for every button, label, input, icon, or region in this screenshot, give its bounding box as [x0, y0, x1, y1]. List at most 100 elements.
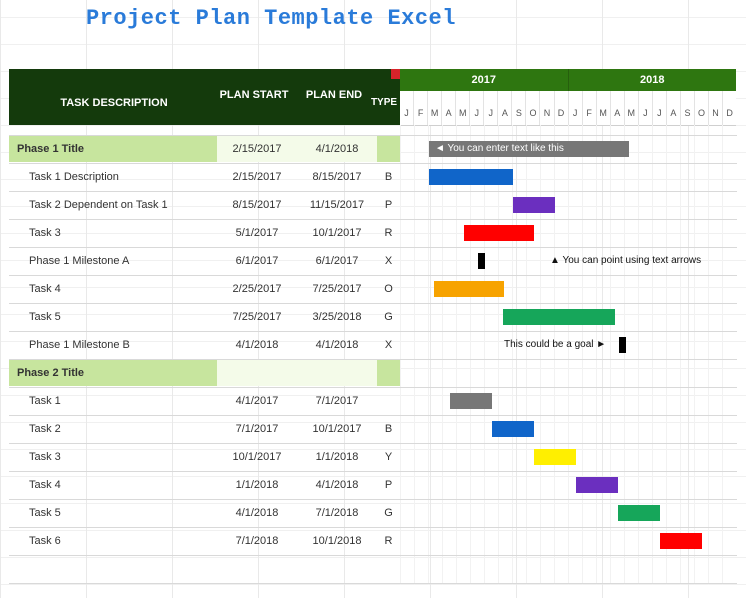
cell-type[interactable]: R — [377, 528, 400, 554]
cell-plan-end[interactable]: 3/25/2018 — [297, 304, 377, 330]
cell-task[interactable]: Task 2 Dependent on Task 1 — [9, 192, 217, 218]
cell-plan-start[interactable]: 4/1/2018 — [217, 500, 297, 526]
milestone-marker[interactable] — [478, 253, 485, 269]
cell-plan-start[interactable]: 7/25/2017 — [217, 304, 297, 330]
cell-task[interactable]: Task 3 — [9, 444, 217, 470]
cell-task[interactable]: Task 3 — [9, 220, 217, 246]
cell-plan-start[interactable]: 1/1/2018 — [217, 472, 297, 498]
cell-plan-start[interactable]: 10/1/2017 — [217, 444, 297, 470]
cell-task[interactable]: Phase 1 Milestone B — [9, 332, 217, 358]
cell-plan-end[interactable]: 8/15/2017 — [297, 164, 377, 190]
task-row[interactable]: Task 2 Dependent on Task 18/15/201711/15… — [9, 192, 737, 220]
task-row[interactable]: Task 14/1/20177/1/2017 — [9, 388, 737, 416]
cell-task[interactable]: Task 4 — [9, 276, 217, 302]
cell-task[interactable]: Task 2 — [9, 416, 217, 442]
cell-type[interactable]: B — [377, 164, 400, 190]
cell-plan-end[interactable]: 10/1/2017 — [297, 416, 377, 442]
header-months: JFMAMJJASONDJFMAMJJASOND — [400, 91, 736, 126]
cell-type[interactable]: B — [377, 416, 400, 442]
phase-row[interactable]: Phase 1 Title2/15/20174/1/2018◄ You can … — [9, 136, 737, 164]
cell-type[interactable]: R — [377, 220, 400, 246]
cell-plan-start[interactable]: 7/1/2018 — [217, 528, 297, 554]
cell-type[interactable]: G — [377, 304, 400, 330]
cell-task[interactable]: Task 5 — [9, 500, 217, 526]
task-row[interactable]: Phase 1 Milestone B4/1/20184/1/2018XThis… — [9, 332, 737, 360]
month-header: O — [694, 91, 708, 125]
milestone-marker[interactable] — [619, 337, 626, 353]
gantt-bar[interactable] — [492, 421, 534, 437]
cell-plan-end[interactable]: 10/1/2017 — [297, 220, 377, 246]
gantt-bar[interactable] — [660, 533, 702, 549]
cell-plan-end[interactable]: 4/1/2018 — [297, 332, 377, 358]
cell-plan-end[interactable]: 4/1/2018 — [297, 136, 377, 162]
cell-task[interactable]: Task 1 — [9, 388, 217, 414]
cell-type[interactable] — [377, 360, 400, 386]
cell-plan-end[interactable]: 11/15/2017 — [297, 192, 377, 218]
cell-plan-end[interactable]: 7/1/2017 — [297, 388, 377, 414]
cell-plan-start[interactable]: 8/15/2017 — [217, 192, 297, 218]
cell-type[interactable]: P — [377, 472, 400, 498]
cell-task[interactable]: Task 6 — [9, 528, 217, 554]
gantt-bar[interactable] — [576, 477, 618, 493]
cell-task[interactable]: Task 5 — [9, 304, 217, 330]
cell-type[interactable]: X — [377, 332, 400, 358]
gantt-bar[interactable] — [464, 225, 534, 241]
month-header: F — [582, 91, 596, 125]
col-header-end: PLAN END — [299, 89, 369, 101]
task-row[interactable]: Phase 1 Milestone A6/1/20176/1/2017X▲ Yo… — [9, 248, 737, 276]
cell-plan-end[interactable]: 7/1/2018 — [297, 500, 377, 526]
cell-plan-end[interactable] — [297, 360, 377, 386]
cell-plan-start[interactable]: 2/25/2017 — [217, 276, 297, 302]
cell-plan-start[interactable] — [217, 360, 297, 386]
task-row[interactable]: Task 310/1/20171/1/2018Y — [9, 444, 737, 472]
blank-row[interactable] — [9, 556, 737, 584]
cell-plan-start[interactable]: 4/1/2018 — [217, 332, 297, 358]
blank-row[interactable] — [9, 584, 737, 598]
gantt-cell — [400, 472, 736, 498]
task-row[interactable]: Task 54/1/20187/1/2018G — [9, 500, 737, 528]
month-header: M — [596, 91, 610, 125]
cell-plan-start[interactable]: 6/1/2017 — [217, 248, 297, 274]
cell-plan-start[interactable]: 5/1/2017 — [217, 220, 297, 246]
col-header-start: PLAN START — [219, 89, 289, 101]
cell-task[interactable]: Phase 1 Milestone A — [9, 248, 217, 274]
gantt-bar[interactable] — [434, 281, 504, 297]
cell-type[interactable]: X — [377, 248, 400, 274]
phase-row[interactable]: Phase 2 Title — [9, 360, 737, 388]
task-row[interactable]: Task 35/1/201710/1/2017R — [9, 220, 737, 248]
task-row[interactable]: Task 67/1/201810/1/2018R — [9, 528, 737, 556]
cell-plan-end[interactable]: 1/1/2018 — [297, 444, 377, 470]
gantt-bar[interactable] — [534, 449, 576, 465]
cell-plan-start[interactable]: 4/1/2017 — [217, 388, 297, 414]
cell-plan-start[interactable]: 2/15/2017 — [217, 136, 297, 162]
gantt-bar[interactable] — [450, 393, 492, 409]
cell-type[interactable] — [377, 136, 400, 162]
cell-plan-end[interactable]: 4/1/2018 — [297, 472, 377, 498]
gantt-bar[interactable] — [513, 197, 555, 213]
cell-plan-end[interactable]: 7/25/2017 — [297, 276, 377, 302]
gantt-bar[interactable] — [429, 169, 513, 185]
task-row[interactable]: Task 27/1/201710/1/2017B — [9, 416, 737, 444]
cell-task[interactable]: Task 4 — [9, 472, 217, 498]
spreadsheet-view: Project Plan Template Excel TASK DESCRIP… — [0, 0, 746, 598]
cell-task[interactable]: Task 1 Description — [9, 164, 217, 190]
cell-plan-start[interactable]: 7/1/2017 — [217, 416, 297, 442]
task-row[interactable]: Task 41/1/20184/1/2018P — [9, 472, 737, 500]
cell-type[interactable]: Y — [377, 444, 400, 470]
cell-task[interactable]: Phase 2 Title — [9, 360, 217, 386]
cell-plan-end[interactable]: 10/1/2018 — [297, 528, 377, 554]
cell-task[interactable]: Phase 1 Title — [9, 136, 217, 162]
task-row[interactable]: Task 42/25/20177/25/2017O — [9, 276, 737, 304]
cell-type[interactable]: P — [377, 192, 400, 218]
gantt-bar[interactable] — [618, 505, 660, 521]
cell-type[interactable]: G — [377, 500, 400, 526]
task-row[interactable]: Task 57/25/20173/25/2018G — [9, 304, 737, 332]
cell-type[interactable]: O — [377, 276, 400, 302]
cell-plan-start[interactable]: 2/15/2017 — [217, 164, 297, 190]
data-rows[interactable]: Phase 1 Title2/15/20174/1/2018◄ You can … — [9, 125, 737, 598]
task-row[interactable]: Task 1 Description2/15/20178/15/2017B — [9, 164, 737, 192]
month-header: S — [680, 91, 694, 125]
cell-plan-end[interactable]: 6/1/2017 — [297, 248, 377, 274]
gantt-bar[interactable] — [503, 309, 615, 325]
cell-type[interactable] — [377, 388, 400, 414]
